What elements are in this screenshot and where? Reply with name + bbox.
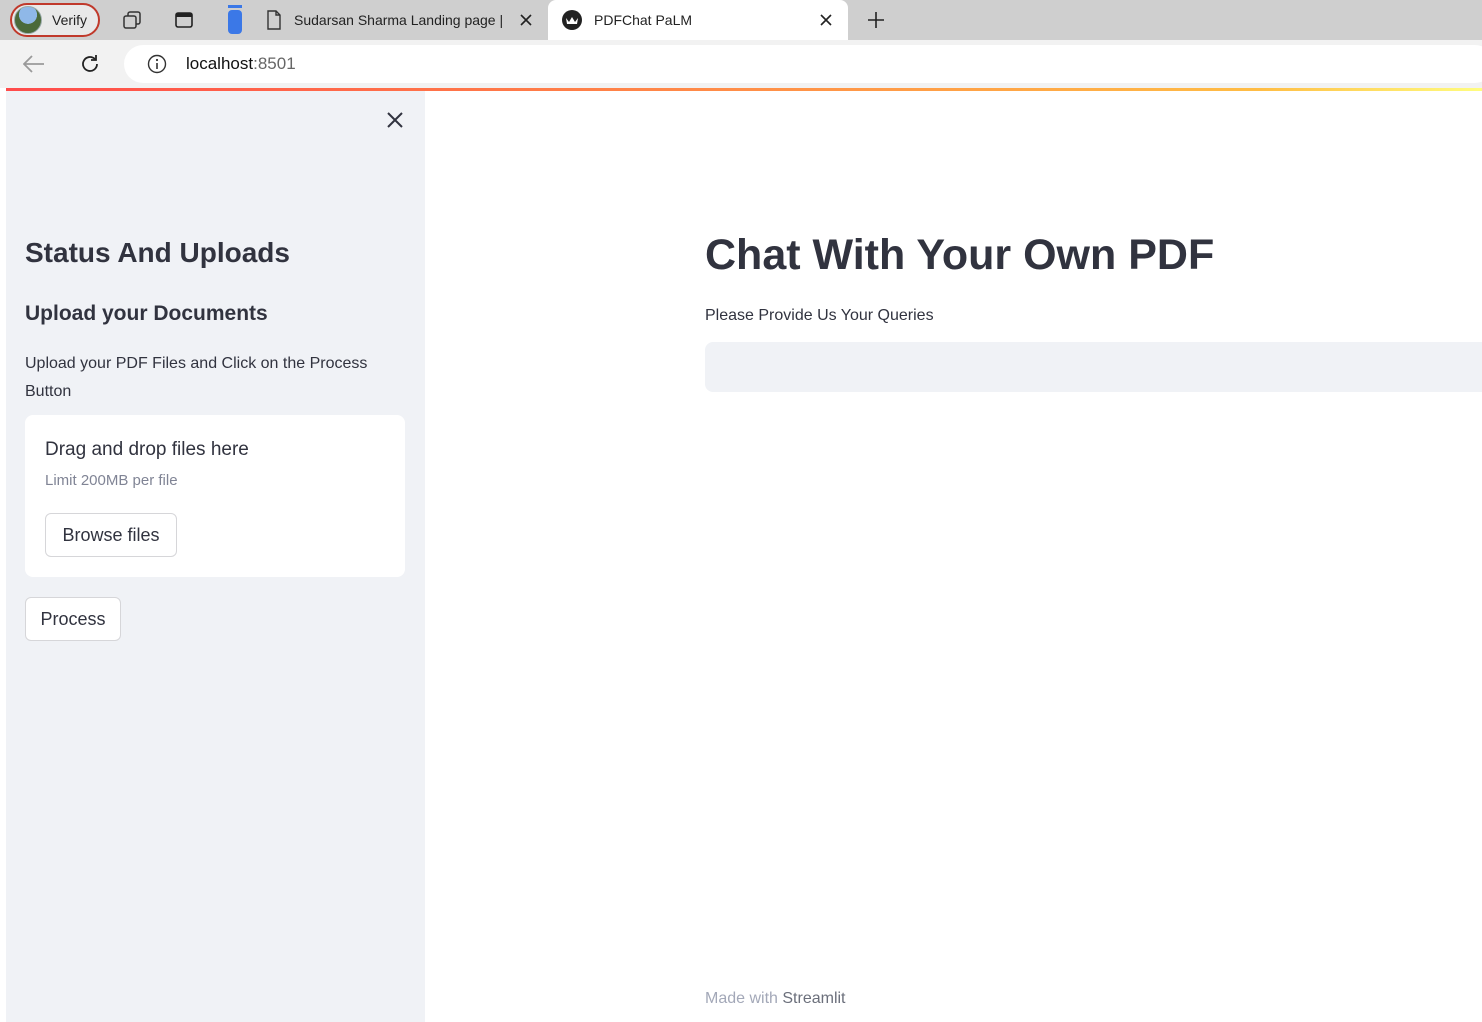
reload-icon[interactable] bbox=[78, 52, 102, 76]
sidebar-description: Upload your PDF Files and Click on the P… bbox=[25, 355, 368, 400]
sidebar-subtitle: Upload your Documents bbox=[25, 302, 268, 325]
page-title: Chat With Your Own PDF bbox=[705, 231, 1215, 279]
workspaces-icon[interactable] bbox=[120, 8, 144, 32]
url-host: localhost bbox=[186, 54, 254, 73]
query-input[interactable] bbox=[705, 342, 1482, 392]
close-icon[interactable] bbox=[384, 109, 406, 131]
profile-button[interactable]: Verify bbox=[10, 3, 100, 37]
url-text: localhost:8501 bbox=[186, 54, 296, 74]
close-icon[interactable] bbox=[516, 10, 536, 30]
page-icon bbox=[266, 10, 282, 30]
back-arrow-icon[interactable] bbox=[22, 52, 46, 76]
dropzone-limit: Limit 200MB per file bbox=[45, 472, 178, 489]
tab-title: PDFChat PaLM bbox=[594, 12, 693, 28]
footer: Made with Streamlit bbox=[705, 990, 846, 1008]
browse-files-button[interactable]: Browse files bbox=[45, 513, 177, 557]
footer-prefix: Made with bbox=[705, 990, 778, 1007]
tab-pdfchat[interactable]: PDFChat PaLM bbox=[548, 0, 848, 40]
streamlit-link[interactable]: Streamlit bbox=[782, 990, 845, 1007]
close-icon[interactable] bbox=[816, 10, 836, 30]
file-dropzone[interactable]: Drag and drop files here Limit 200MB per… bbox=[25, 415, 405, 577]
dropzone-instruction: Drag and drop files here bbox=[45, 439, 249, 460]
url-field[interactable]: localhost:8501 bbox=[124, 45, 1482, 83]
tab-title: Sudarsan Sharma Landing page | bbox=[294, 12, 504, 28]
plus-icon[interactable] bbox=[864, 8, 888, 32]
browser-tab-bar: Verify Sudarsan Sharma Landing page | PD… bbox=[0, 0, 1482, 40]
address-bar: localhost:8501 bbox=[0, 40, 1482, 88]
profile-label: Verify bbox=[52, 12, 88, 28]
tab-landing-page[interactable]: Sudarsan Sharma Landing page | bbox=[256, 0, 548, 40]
query-label: Please Provide Us Your Queries bbox=[705, 307, 934, 324]
url-port: :8501 bbox=[253, 54, 296, 73]
vertical-tabs-icon[interactable] bbox=[223, 5, 247, 34]
streamlit-icon bbox=[562, 10, 582, 30]
sidebar: Status And Uploads Upload your Documents… bbox=[6, 91, 425, 1022]
info-icon[interactable] bbox=[146, 53, 168, 75]
avatar bbox=[14, 6, 42, 34]
process-button[interactable]: Process bbox=[25, 597, 121, 641]
main-content: Chat With Your Own PDF Please Provide Us… bbox=[425, 91, 1482, 1022]
tab-actions-icon[interactable] bbox=[172, 8, 196, 32]
sidebar-title: Status And Uploads bbox=[25, 237, 290, 268]
